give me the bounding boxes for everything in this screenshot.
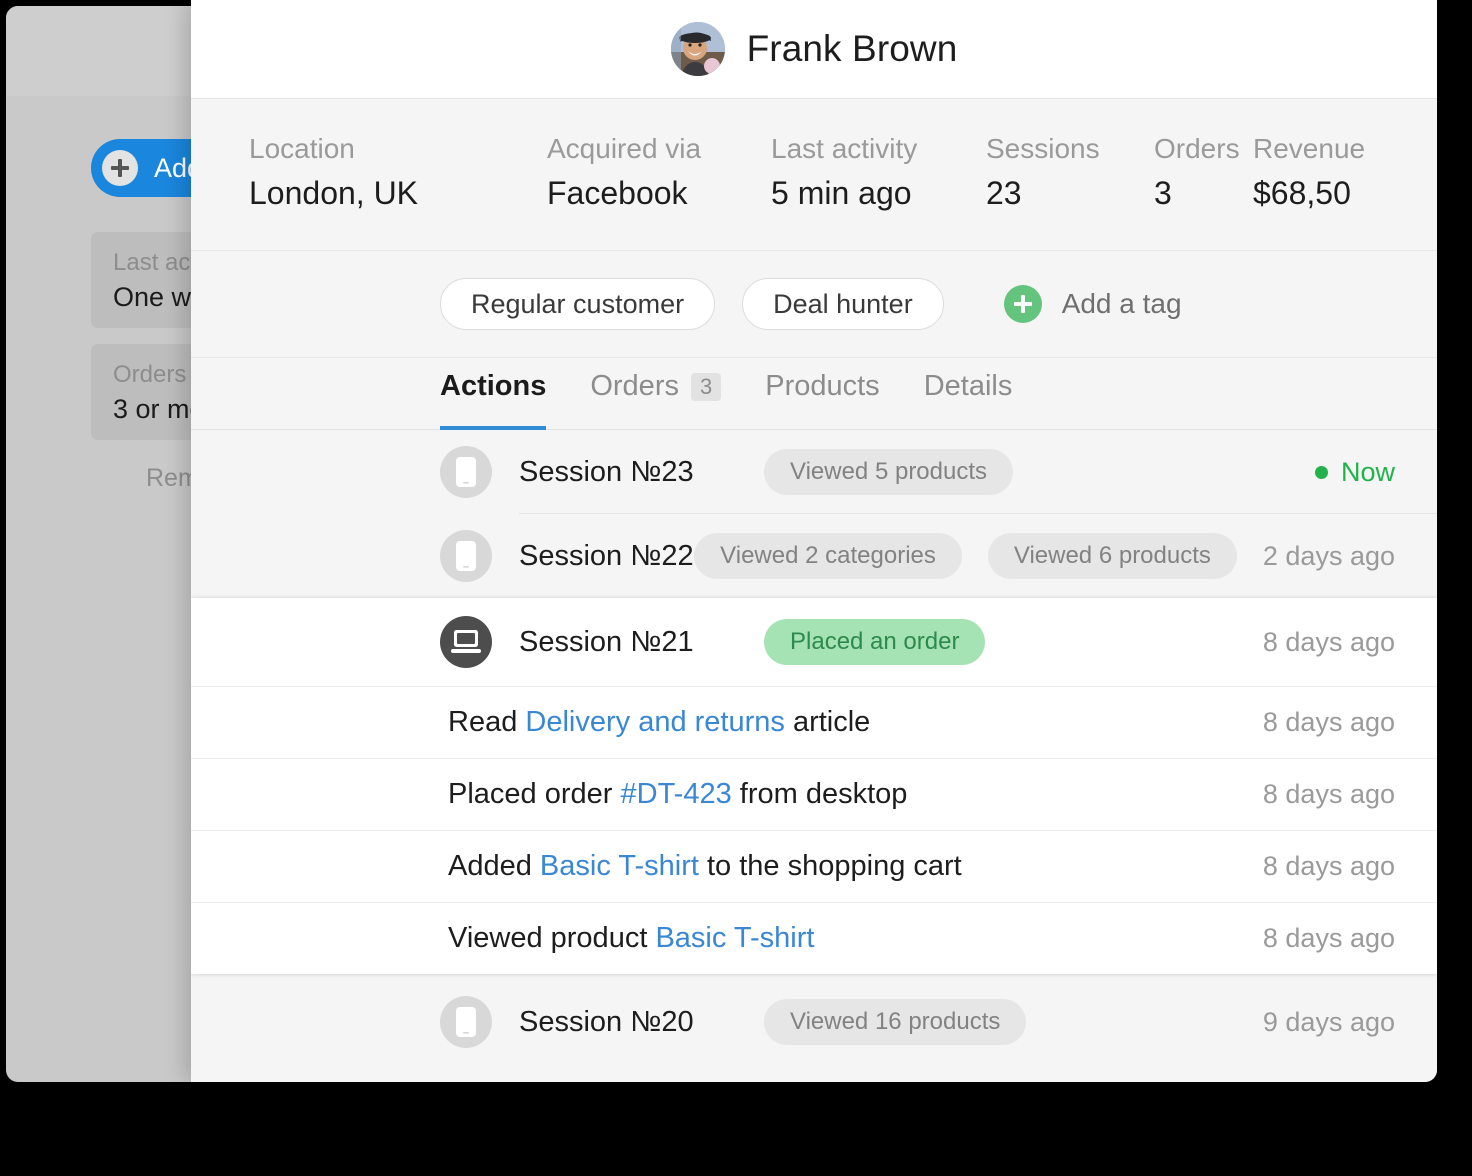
session-badges: Viewed 5 products (764, 449, 1315, 495)
session-badges: Viewed 2 categories Viewed 6 products (694, 533, 1263, 579)
page-title: Frank Brown (747, 28, 958, 70)
activity-badge: Viewed 6 products (988, 533, 1237, 579)
tab-badge-count: 3 (691, 373, 721, 401)
activity-detail-row[interactable]: Viewed product Basic T-shirt 8 days ago (191, 902, 1437, 974)
detail-timestamp: 8 days ago (1263, 779, 1395, 810)
tab-products[interactable]: Products (765, 358, 879, 429)
stat-value: Facebook (547, 169, 771, 217)
stat-last-activity: Last activity 5 min ago (771, 129, 986, 217)
session-badges: Placed an order (764, 619, 1263, 665)
detail-timestamp: 8 days ago (1263, 707, 1395, 738)
stat-value: $68,50 (1253, 169, 1365, 217)
text-part: from desktop (732, 778, 908, 810)
stat-label: Sessions (986, 129, 1154, 169)
tab-label: Orders (590, 370, 679, 403)
add-tag-button[interactable]: Add a tag (1004, 285, 1182, 323)
text-part: Added (448, 850, 540, 882)
stat-location: Location London, UK (249, 129, 547, 217)
order-link[interactable]: #DT-423 (621, 778, 732, 810)
session-row[interactable]: Session №22 Viewed 2 categories Viewed 6… (191, 514, 1437, 598)
activity-detail-row[interactable]: Placed order #DT-423 from desktop 8 days… (191, 758, 1437, 830)
article-link[interactable]: Delivery and returns (525, 706, 785, 738)
customer-stats: Location London, UK Acquired via Faceboo… (191, 99, 1437, 251)
stat-value: 23 (986, 169, 1154, 217)
text-part: to the shopping cart (699, 850, 962, 882)
activity-badge: Viewed 5 products (764, 449, 1013, 495)
text-part: Read (448, 706, 525, 738)
stat-value: 3 (1154, 169, 1253, 217)
plus-circle-icon (1004, 285, 1042, 323)
detail-timestamp: 8 days ago (1263, 851, 1395, 882)
customer-detail-panel: Frank Brown Location London, UK Acquired… (191, 0, 1437, 1082)
panel-header: Frank Brown (191, 0, 1437, 99)
activity-detail-text: Added Basic T-shirt to the shopping cart (448, 850, 1263, 883)
activity-detail-row[interactable]: Added Basic T-shirt to the shopping cart… (191, 830, 1437, 902)
stat-revenue: Revenue $68,50 (1253, 129, 1365, 217)
text-part: Viewed product (448, 922, 655, 954)
expanded-session-block: Session №21 Placed an order 8 days ago R… (191, 598, 1437, 974)
avatar (671, 22, 725, 76)
stat-value: 5 min ago (771, 169, 986, 217)
customer-tags: Regular customer Deal hunter Add a tag (191, 251, 1437, 358)
session-title: Session №21 (519, 626, 764, 659)
stat-label: Orders (1154, 129, 1253, 169)
timestamp-label: Now (1341, 457, 1395, 488)
stat-orders: Orders 3 (1154, 129, 1253, 217)
tab-label: Actions (440, 370, 546, 403)
tab-actions[interactable]: Actions (440, 358, 546, 429)
session-title: Session №22 (519, 540, 694, 573)
activity-detail-row[interactable]: Read Delivery and returns article 8 days… (191, 686, 1437, 758)
session-row[interactable]: Session №23 Viewed 5 products Now (191, 430, 1437, 514)
session-title: Session №20 (519, 1006, 764, 1039)
tab-label: Details (924, 370, 1013, 403)
tag-deal-hunter[interactable]: Deal hunter (742, 278, 944, 330)
screenshot-root: Add filter Last activity One week ago Or… (0, 0, 1472, 1176)
text-part: article (785, 706, 870, 738)
text-part: Placed order (448, 778, 621, 810)
tab-details[interactable]: Details (924, 358, 1013, 429)
session-badges: Viewed 16 products (764, 999, 1263, 1045)
tag-regular-customer[interactable]: Regular customer (440, 278, 715, 330)
plus-icon (102, 150, 138, 186)
detail-timestamp: 8 days ago (1263, 923, 1395, 954)
stat-label: Acquired via (547, 129, 771, 169)
stat-label: Location (249, 129, 547, 169)
session-timestamp: 9 days ago (1263, 1007, 1395, 1038)
session-timestamp: 8 days ago (1263, 627, 1395, 658)
activity-badge-order: Placed an order (764, 619, 985, 665)
activity-detail-text: Placed order #DT-423 from desktop (448, 778, 1263, 811)
activity-badge: Viewed 16 products (764, 999, 1026, 1045)
stat-sessions: Sessions 23 (986, 129, 1154, 217)
session-title: Session №23 (519, 456, 764, 489)
desktop-computer-icon (440, 616, 492, 668)
activity-badge: Viewed 2 categories (694, 533, 962, 579)
activity-detail-text: Read Delivery and returns article (448, 706, 1263, 739)
stat-label: Revenue (1253, 129, 1365, 169)
session-timestamp: Now (1315, 457, 1395, 488)
mobile-phone-icon (440, 446, 492, 498)
session-timestamp: 2 days ago (1263, 541, 1395, 572)
product-link[interactable]: Basic T-shirt (655, 922, 814, 954)
session-row[interactable]: Session №20 Viewed 16 products 9 days ag… (191, 974, 1437, 1070)
product-link[interactable]: Basic T-shirt (540, 850, 699, 882)
tab-label: Products (765, 370, 879, 403)
mobile-phone-icon (440, 530, 492, 582)
tab-orders[interactable]: Orders 3 (590, 358, 721, 429)
add-tag-label: Add a tag (1062, 288, 1182, 320)
online-dot-icon (1315, 466, 1328, 479)
stat-label: Last activity (771, 129, 986, 169)
activity-list: Session №23 Viewed 5 products Now Ses (191, 430, 1437, 1070)
mobile-phone-icon (440, 996, 492, 1048)
panel-tabs: Actions Orders 3 Products Details (191, 358, 1437, 430)
session-row-expanded[interactable]: Session №21 Placed an order 8 days ago (191, 598, 1437, 686)
stat-value: London, UK (249, 169, 547, 217)
stat-acquired-via: Acquired via Facebook (547, 129, 771, 217)
activity-detail-text: Viewed product Basic T-shirt (448, 922, 1263, 955)
